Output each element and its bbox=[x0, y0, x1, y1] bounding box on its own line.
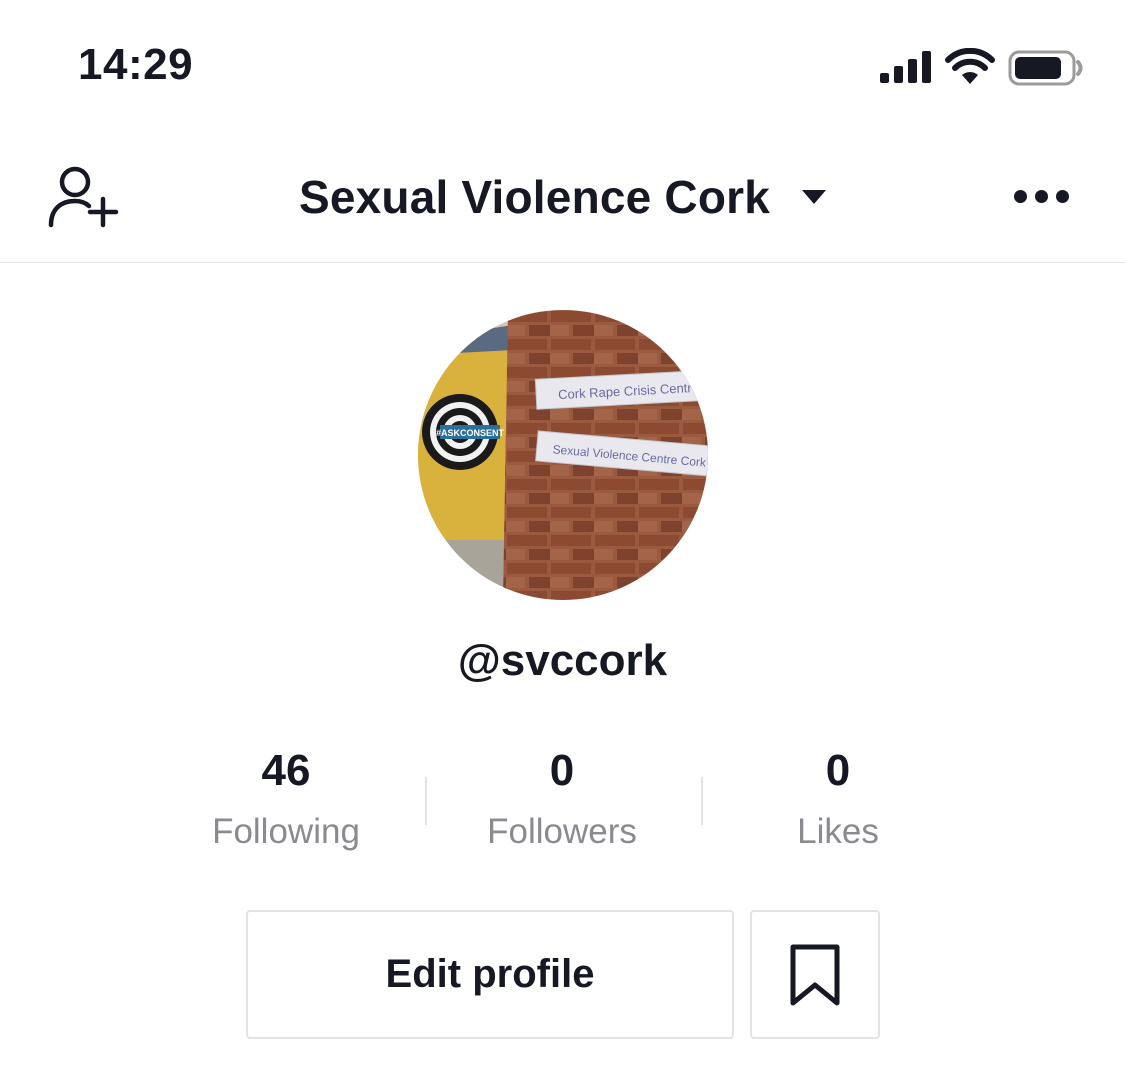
likes-label: Likes bbox=[797, 812, 879, 851]
edit-profile-label: Edit profile bbox=[385, 952, 595, 996]
avatar-image: #ASKCONSENT Cork Rape Crisis Centre Sexu… bbox=[418, 310, 708, 600]
followers-count: 0 bbox=[549, 746, 575, 795]
status-bar: 14:29 bbox=[0, 0, 1125, 130]
stat-following[interactable]: 46 Following bbox=[156, 745, 416, 853]
account-switcher-button[interactable] bbox=[780, 188, 827, 206]
bookmark-icon bbox=[790, 944, 840, 1005]
profile-header: Sexual Violence Cork bbox=[0, 130, 1125, 263]
likes-count: 0 bbox=[825, 746, 851, 795]
stat-divider bbox=[425, 777, 427, 825]
status-time: 14:29 bbox=[78, 40, 194, 89]
more-options-icon[interactable] bbox=[1012, 188, 1072, 208]
caret-down-icon bbox=[802, 190, 827, 204]
wifi-icon bbox=[945, 48, 995, 84]
favorites-button[interactable] bbox=[750, 910, 880, 1039]
cellular-signal-icon bbox=[880, 51, 931, 83]
battery-icon bbox=[1008, 50, 1083, 86]
svg-text:#ASKCONSENT: #ASKCONSENT bbox=[436, 428, 505, 438]
stat-divider bbox=[701, 777, 703, 825]
edit-profile-button[interactable]: Edit profile bbox=[246, 910, 734, 1039]
profile-stats: 46 Following 0 Followers 0 Likes bbox=[0, 745, 1125, 865]
following-label: Following bbox=[212, 812, 360, 851]
account-name-title[interactable]: Sexual Violence Cork bbox=[299, 170, 770, 224]
following-count: 46 bbox=[261, 746, 311, 795]
stat-likes[interactable]: 0 Likes bbox=[708, 745, 968, 853]
followers-label: Followers bbox=[487, 812, 637, 851]
profile-username: @svccork bbox=[457, 636, 668, 685]
profile-avatar[interactable]: #ASKCONSENT Cork Rape Crisis Centre Sexu… bbox=[418, 310, 708, 600]
stat-followers[interactable]: 0 Followers bbox=[432, 745, 692, 853]
